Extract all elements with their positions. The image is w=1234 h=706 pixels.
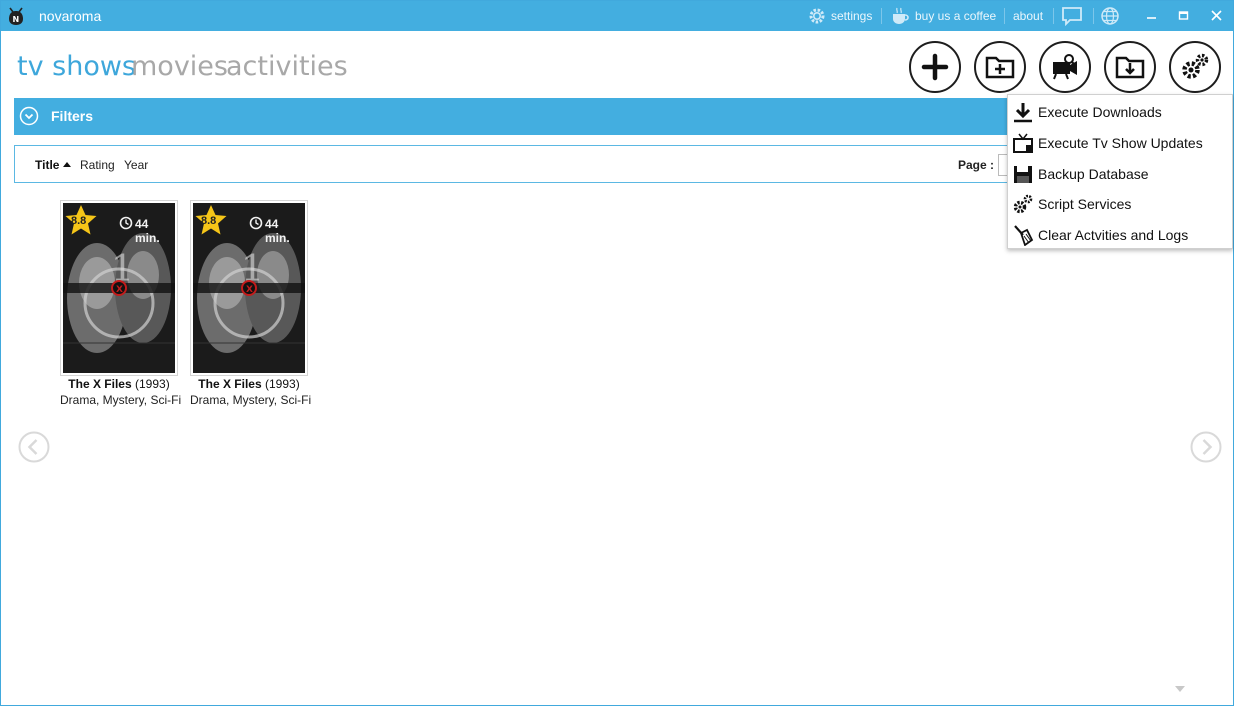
titlebar-divider xyxy=(1004,8,1005,24)
menu-item-clear-activities-logs[interactable]: Clear Actvities and Logs xyxy=(1008,220,1232,250)
language-globe-icon[interactable] xyxy=(1100,6,1122,26)
settings-gear-icon[interactable] xyxy=(807,6,827,26)
next-page-icon[interactable] xyxy=(1190,431,1222,463)
show-poster[interactable]: 1 X 8.8 44 min. xyxy=(60,200,178,376)
add-show-button[interactable] xyxy=(909,41,961,93)
page-label: Page : xyxy=(958,158,995,172)
tab-movies[interactable]: movies xyxy=(131,51,228,82)
rating-value: 8.8 xyxy=(71,215,87,227)
chevron-down-circle-icon[interactable] xyxy=(19,106,39,126)
database-backup-icon xyxy=(1014,166,1032,183)
download-folder-button[interactable] xyxy=(1104,41,1156,93)
titlebar-divider xyxy=(881,8,882,24)
poster-image: 1 X 8.8 44 min. xyxy=(63,203,175,373)
menu-item-label: Execute Tv Show Updates xyxy=(1038,135,1203,151)
maximize-icon[interactable] xyxy=(1174,7,1194,25)
menu-item-label: Script Services xyxy=(1038,196,1132,212)
scroll-down-icon[interactable] xyxy=(1174,685,1186,693)
menu-item-label: Backup Database xyxy=(1038,166,1149,182)
show-genres: Drama, Mystery, Sci-Fi xyxy=(190,393,312,407)
titlebar-divider xyxy=(1053,8,1054,24)
app-window: N novaroma settings buy us a coffee abou… xyxy=(0,0,1234,706)
filters-label: Filters xyxy=(51,108,94,124)
movie-camera-search-icon xyxy=(1053,54,1077,80)
runtime-label: 44 min. xyxy=(265,217,290,245)
svg-text:X: X xyxy=(116,285,123,295)
show-title: The X Files xyxy=(198,377,262,391)
menu-item-backup-database[interactable]: Backup Database xyxy=(1008,159,1232,189)
sort-by-year[interactable]: Year xyxy=(124,158,148,172)
feedback-chat-icon[interactable] xyxy=(1061,6,1083,26)
svg-text:N: N xyxy=(13,15,20,24)
filters-panel-header[interactable]: Filters xyxy=(14,98,1008,135)
broom-icon xyxy=(1014,225,1034,246)
about-link[interactable]: about xyxy=(1013,9,1043,23)
show-poster[interactable]: 1 X 8.8 44 min. xyxy=(190,200,308,376)
gears-icon xyxy=(1182,53,1209,79)
tv-update-icon xyxy=(1013,133,1033,153)
plus-icon xyxy=(921,53,949,81)
close-icon[interactable] xyxy=(1207,7,1227,25)
show-year: (1993) xyxy=(135,377,170,391)
minimize-icon[interactable] xyxy=(1142,7,1162,25)
tab-activities[interactable]: activities xyxy=(226,51,348,82)
services-dropdown-menu: Execute Downloads Execute Tv Show Update… xyxy=(1007,94,1233,249)
clock-icon xyxy=(119,216,133,230)
folder-add-icon xyxy=(985,56,1015,79)
svg-text:X: X xyxy=(246,285,253,295)
folder-download-icon xyxy=(1115,56,1145,79)
show-title: The X Files xyxy=(68,377,132,391)
sort-by-title[interactable]: Title xyxy=(35,158,59,172)
show-card[interactable]: 1 X 8.8 44 min. The X Files (1993) Drama… xyxy=(60,200,182,410)
app-logo-icon: N xyxy=(9,7,23,25)
previous-page-icon[interactable] xyxy=(18,431,50,463)
menu-item-execute-downloads[interactable]: Execute Downloads xyxy=(1008,97,1232,127)
services-button[interactable] xyxy=(1169,41,1221,93)
show-card[interactable]: 1 X 8.8 44 min. The X Files (1993) Drama… xyxy=(190,200,312,410)
settings-link[interactable]: settings xyxy=(831,9,872,23)
search-media-button[interactable] xyxy=(1039,41,1091,93)
download-icon xyxy=(1014,103,1032,123)
clock-icon xyxy=(249,216,263,230)
add-folder-button[interactable] xyxy=(974,41,1026,93)
sort-by-rating[interactable]: Rating xyxy=(80,158,115,172)
menu-item-script-services[interactable]: Script Services xyxy=(1008,189,1232,219)
coffee-cup-icon[interactable] xyxy=(890,6,912,26)
buy-coffee-link[interactable]: buy us a coffee xyxy=(915,9,996,23)
tab-tv-shows[interactable]: tv shows xyxy=(17,51,136,82)
menu-item-label: Execute Downloads xyxy=(1038,104,1162,120)
gears-icon xyxy=(1013,194,1033,214)
app-title: novaroma xyxy=(39,8,102,24)
show-genres: Drama, Mystery, Sci-Fi xyxy=(60,393,182,407)
rating-value: 8.8 xyxy=(201,215,217,227)
sort-ascending-icon xyxy=(63,162,71,167)
sort-bar: Title Rating Year Page : xyxy=(14,145,1012,183)
show-title-line: The X Files (1993) xyxy=(60,377,178,391)
runtime-label: 44 min. xyxy=(135,217,160,245)
menu-item-execute-tv-show-updates[interactable]: Execute Tv Show Updates xyxy=(1008,128,1232,158)
title-bar[interactable]: N novaroma settings buy us a coffee abou… xyxy=(1,1,1233,31)
titlebar-divider xyxy=(1093,8,1094,24)
show-year: (1993) xyxy=(265,377,300,391)
poster-image: 1 X 8.8 44 min. xyxy=(193,203,305,373)
menu-item-label: Clear Actvities and Logs xyxy=(1038,227,1189,243)
show-title-line: The X Files (1993) xyxy=(190,377,308,391)
